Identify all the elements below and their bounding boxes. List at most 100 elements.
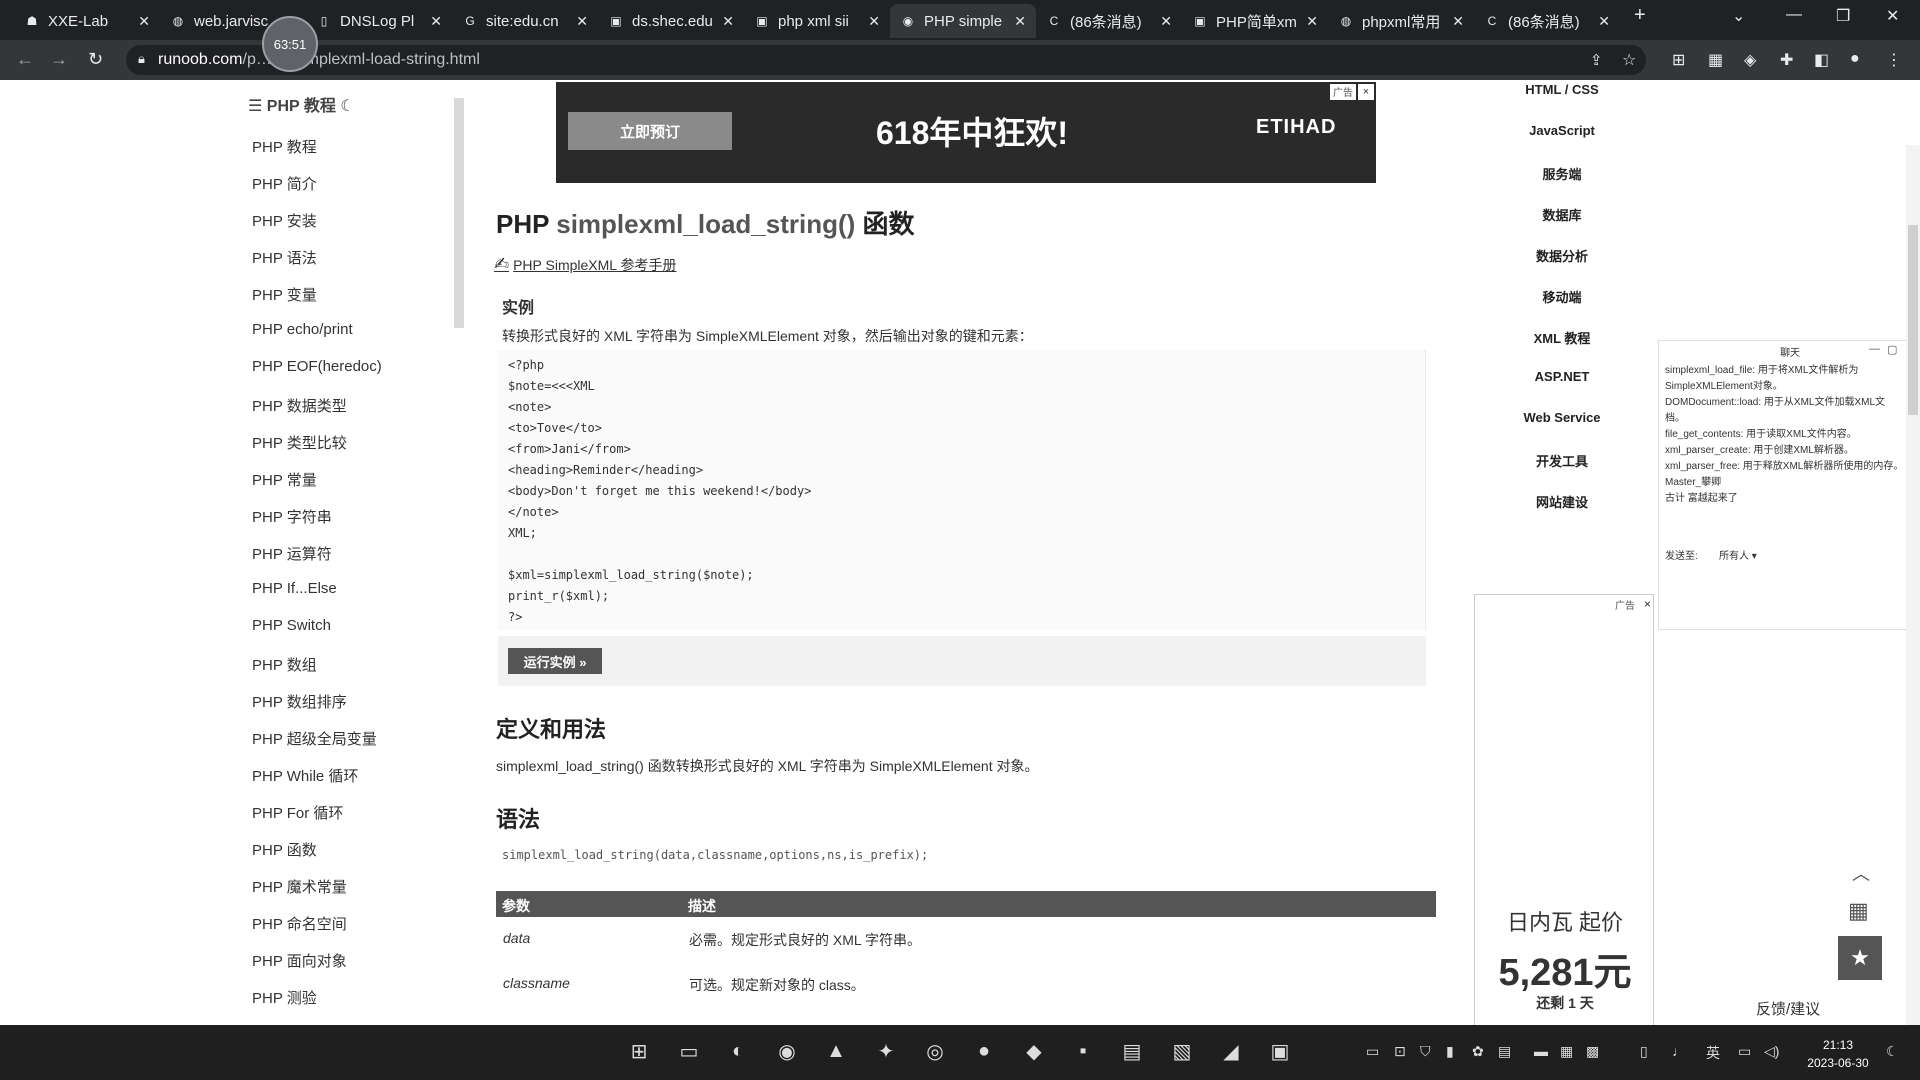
feedback-link[interactable]: 反馈/建议: [1756, 998, 1820, 1019]
tray-icon[interactable]: ▩: [1586, 1043, 1599, 1060]
tab-7[interactable]: C (86条消息) ✕: [1036, 4, 1182, 38]
right-nav-item[interactable]: 网站建设: [1502, 492, 1622, 511]
run-example-button[interactable]: 运行实例 »: [508, 648, 602, 674]
close-icon[interactable]: ✕: [868, 13, 880, 30]
app-icon[interactable]: ●: [970, 1037, 998, 1065]
extension-icon[interactable]: ◈: [1744, 50, 1756, 70]
favorite-star-icon[interactable]: ★: [1838, 936, 1882, 980]
chevron-down-icon[interactable]: ⌄: [1732, 6, 1745, 26]
tab-3[interactable]: Gsite:edu.cn ✕: [452, 4, 598, 38]
sidebar-item[interactable]: PHP 变量: [252, 284, 317, 305]
restore-icon[interactable]: ▢: [1887, 343, 1897, 356]
tab-8[interactable]: ▣ PHP简单xm ✕: [1182, 4, 1328, 38]
new-tab-icon[interactable]: +: [1634, 4, 1646, 27]
right-nav-item[interactable]: 数据库: [1502, 205, 1622, 224]
app-icon[interactable]: ◎: [921, 1037, 949, 1065]
sidebar-item[interactable]: PHP 类型比较: [252, 432, 347, 453]
edge-icon[interactable]: ◐: [724, 1037, 752, 1065]
right-nav-item[interactable]: ASP.NET: [1502, 369, 1622, 384]
app-icon[interactable]: ◆: [1020, 1037, 1048, 1065]
sidebar-item[interactable]: PHP 语法: [252, 247, 317, 268]
tab-4[interactable]: ▣ ds.shec.edu ✕: [598, 4, 744, 38]
tab-9[interactable]: ◍ phpxml常用 ✕: [1328, 4, 1474, 38]
close-icon[interactable]: ✕: [1306, 13, 1318, 30]
sidebar-item[interactable]: PHP Switch: [252, 617, 331, 634]
sidebar-item[interactable]: PHP 字符串: [252, 506, 332, 527]
close-window-icon[interactable]: ✕: [1886, 6, 1899, 26]
sidebar-item[interactable]: PHP For 循环: [252, 802, 343, 823]
close-icon[interactable]: ✕: [1160, 13, 1172, 30]
input-language[interactable]: 英: [1706, 1043, 1720, 1063]
sidebar-item[interactable]: PHP 面向对象: [252, 950, 347, 971]
phone-icon[interactable]: ▯: [1640, 1043, 1648, 1060]
right-nav-item[interactable]: JavaScript: [1502, 123, 1622, 138]
shield-icon[interactable]: ⛉: [1420, 1043, 1431, 1060]
sidebar-item[interactable]: PHP echo/print: [252, 321, 353, 338]
close-icon[interactable]: ✕: [1598, 13, 1610, 30]
sidebar-item[interactable]: PHP 数组排序: [252, 691, 347, 712]
close-icon[interactable]: ✕: [430, 13, 442, 30]
right-nav-item[interactable]: 开发工具: [1502, 451, 1622, 470]
tab-10[interactable]: C (86条消息) ✕: [1474, 4, 1620, 38]
sidebar-item[interactable]: PHP 数据类型: [252, 395, 347, 416]
notification-icon[interactable]: ☾: [1886, 1043, 1899, 1060]
close-icon[interactable]: ✕: [138, 13, 150, 30]
app-icon[interactable]: ▪: [1069, 1037, 1097, 1065]
sidebar-item[interactable]: PHP 超级全局变量: [252, 728, 377, 749]
address-bar[interactable]: 🔒︎ runoob.com/p…nc-simplexml-load-string…: [126, 45, 1646, 75]
app-icon[interactable]: ◢: [1217, 1037, 1245, 1065]
start-icon[interactable]: ⊞: [625, 1037, 653, 1065]
close-icon[interactable]: ✕: [722, 13, 734, 30]
right-nav-item[interactable]: HTML / CSS: [1502, 82, 1622, 97]
chevron-up-icon[interactable]: ︿: [1852, 860, 1870, 886]
tray-icon[interactable]: ▬: [1534, 1043, 1548, 1059]
back-icon[interactable]: ←: [16, 49, 34, 70]
app-icon[interactable]: ✦: [872, 1037, 900, 1065]
tab-0[interactable]: ☗ XXE-Lab ✕: [14, 4, 160, 38]
right-nav-item[interactable]: 移动端: [1502, 287, 1622, 306]
tray-icon[interactable]: ▭: [1366, 1043, 1379, 1060]
chrome-icon[interactable]: ◉: [773, 1037, 801, 1065]
sidebar-item[interactable]: PHP 运算符: [252, 543, 332, 564]
qr-code-icon[interactable]: ▦: [1848, 898, 1869, 924]
reload-icon[interactable]: ↻: [88, 49, 103, 70]
tab-6-active[interactable]: ◉ PHP simple ✕: [890, 4, 1036, 38]
network-icon[interactable]: ▭: [1738, 1043, 1751, 1060]
tray-icon[interactable]: ▤: [1498, 1043, 1511, 1060]
page-scrollbar[interactable]: [1906, 145, 1920, 1025]
right-nav-item[interactable]: 服务端: [1502, 164, 1622, 183]
sidebar-item[interactable]: PHP If...Else: [252, 580, 337, 597]
file-explorer-icon[interactable]: ▭: [675, 1037, 703, 1065]
volume-icon[interactable]: ◁): [1764, 1043, 1779, 1060]
photos-icon[interactable]: ▲: [822, 1037, 850, 1065]
reference-link[interactable]: ✍ PHP SimpleXML 参考手册: [494, 254, 676, 275]
app-icon[interactable]: ▤: [1118, 1037, 1146, 1065]
sidebar-item[interactable]: PHP 安装: [252, 210, 317, 231]
menu-icon[interactable]: ⋮: [1886, 50, 1902, 70]
sidebar-item[interactable]: PHP 测验: [252, 987, 317, 1008]
microphone-icon[interactable]: ♩: [1672, 1043, 1686, 1059]
tray-icon[interactable]: ▦: [1560, 1043, 1573, 1060]
moon-icon[interactable]: ☾: [336, 98, 354, 115]
tray-icon[interactable]: ▮: [1446, 1043, 1454, 1060]
close-icon[interactable]: ✕: [576, 13, 588, 30]
extension-icon[interactable]: ▦: [1708, 50, 1723, 70]
right-nav-item[interactable]: Web Service: [1502, 410, 1622, 425]
minimize-icon[interactable]: —: [1869, 343, 1880, 355]
sidebar-item[interactable]: PHP 常量: [252, 469, 317, 490]
sidebar-item[interactable]: PHP 数组: [252, 654, 317, 675]
sidebar-item[interactable]: PHP EOF(heredoc): [252, 358, 382, 375]
ad-book-button[interactable]: 立即预订: [568, 112, 732, 150]
clock-time[interactable]: 21:13: [1808, 1038, 1868, 1052]
tray-icon[interactable]: ✿: [1472, 1043, 1484, 1060]
close-icon[interactable]: ✕: [1452, 13, 1464, 30]
right-nav-item[interactable]: 数据分析: [1502, 246, 1622, 265]
share-icon[interactable]: ⇪: [1590, 51, 1603, 69]
sidebar-item[interactable]: PHP 教程: [252, 136, 317, 157]
right-nav-item[interactable]: XML 教程: [1502, 328, 1622, 347]
tab-5[interactable]: ▣ php xml sii ✕: [744, 4, 890, 38]
bookmark-star-icon[interactable]: ☆: [1622, 50, 1636, 70]
phpstorm-icon[interactable]: ▣: [1266, 1037, 1294, 1065]
close-icon[interactable]: ✕: [1014, 13, 1026, 30]
minimize-icon[interactable]: —: [1786, 6, 1802, 24]
